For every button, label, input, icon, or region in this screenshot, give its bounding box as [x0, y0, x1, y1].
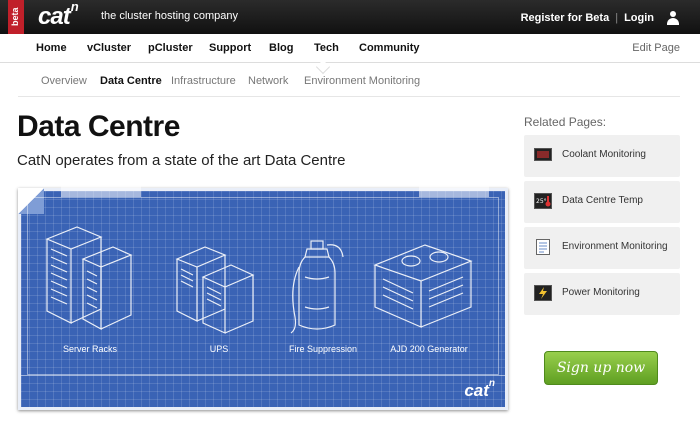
related-label: Coolant Monitoring	[562, 149, 646, 160]
user-icon[interactable]	[666, 11, 680, 25]
sign-up-button[interactable]: Sign up now	[544, 351, 658, 385]
related-label: Environment Monitoring	[562, 241, 668, 252]
tagline: the cluster hosting company	[101, 10, 238, 22]
related-environment-monitoring[interactable]: Environment Monitoring	[524, 227, 680, 269]
subnav-network[interactable]: Network	[248, 75, 288, 87]
beta-badge: beta	[8, 0, 24, 36]
logo-sup: n	[70, 0, 79, 14]
page-subtitle: CatN operates from a state of the art Da…	[17, 152, 346, 169]
blueprint-logo-sup: n	[488, 378, 495, 390]
register-link[interactable]: Register for Beta	[521, 12, 610, 24]
label-ups: UPS	[209, 344, 229, 354]
document-icon	[536, 239, 550, 255]
nav-support[interactable]: Support	[209, 42, 251, 54]
account-links: Register for Beta | Login	[521, 11, 680, 25]
monitor-icon	[534, 148, 552, 161]
related-coolant-monitoring[interactable]: Coolant Monitoring	[524, 135, 680, 177]
logo-text: cat	[38, 3, 71, 30]
nav-pcluster[interactable]: pCluster	[148, 42, 193, 54]
sub-nav: Overview Data Centre Infrastructure Netw…	[0, 63, 700, 95]
beta-badge-label: beta	[10, 7, 20, 26]
subnav-overview[interactable]: Overview	[41, 75, 87, 87]
power-icon	[534, 285, 552, 301]
related-label: Power Monitoring	[562, 287, 640, 298]
blueprint-logo: catn	[464, 378, 495, 401]
label-fire-suppression: Fire Suppression	[288, 344, 358, 354]
tape-right	[419, 185, 489, 197]
blueprint-logo-text: cat	[464, 381, 489, 400]
divider	[18, 96, 680, 97]
edit-page-link[interactable]: Edit Page	[632, 42, 680, 54]
blueprint-footer: catn	[21, 375, 505, 407]
top-bar: beta catn the cluster hosting company Re…	[0, 0, 700, 36]
tape-left	[61, 185, 141, 197]
generator-icon	[373, 244, 473, 328]
catn-logo[interactable]: catn	[38, 0, 79, 31]
separator: |	[615, 12, 619, 24]
label-server-racks: Server Racks	[62, 344, 117, 354]
related-pages-title: Related Pages:	[524, 115, 607, 129]
server-racks-icon	[45, 226, 133, 331]
related-label: Data Centre Temp	[562, 195, 643, 206]
page-title: Data Centre	[17, 110, 180, 143]
nav-tech[interactable]: Tech	[314, 42, 339, 54]
subnav-data-centre[interactable]: Data Centre	[100, 75, 162, 87]
login-link[interactable]: Login	[624, 12, 654, 24]
fire-suppression-icon	[290, 240, 344, 334]
subnav-infrastructure[interactable]: Infrastructure	[171, 75, 236, 87]
nav-blog[interactable]: Blog	[269, 42, 293, 54]
related-power-monitoring[interactable]: Power Monitoring	[524, 273, 680, 315]
thermometer-icon: 25°	[534, 193, 552, 209]
subnav-environment-monitoring[interactable]: Environment Monitoring	[304, 75, 420, 87]
nav-vcluster[interactable]: vCluster	[87, 42, 131, 54]
related-data-centre-temp[interactable]: 25° Data Centre Temp	[524, 181, 680, 223]
nav-community[interactable]: Community	[359, 42, 420, 54]
ups-icon	[175, 246, 255, 334]
main-nav: Home vCluster pCluster Support Blog Tech…	[0, 34, 700, 63]
svg-text:25°: 25°	[536, 198, 547, 205]
blueprint-illustration: Server Racks UPS Fire Suppression AJD 20…	[18, 185, 508, 410]
label-generator: AJD 200 Generator	[390, 344, 468, 354]
nav-home[interactable]: Home	[36, 42, 67, 54]
